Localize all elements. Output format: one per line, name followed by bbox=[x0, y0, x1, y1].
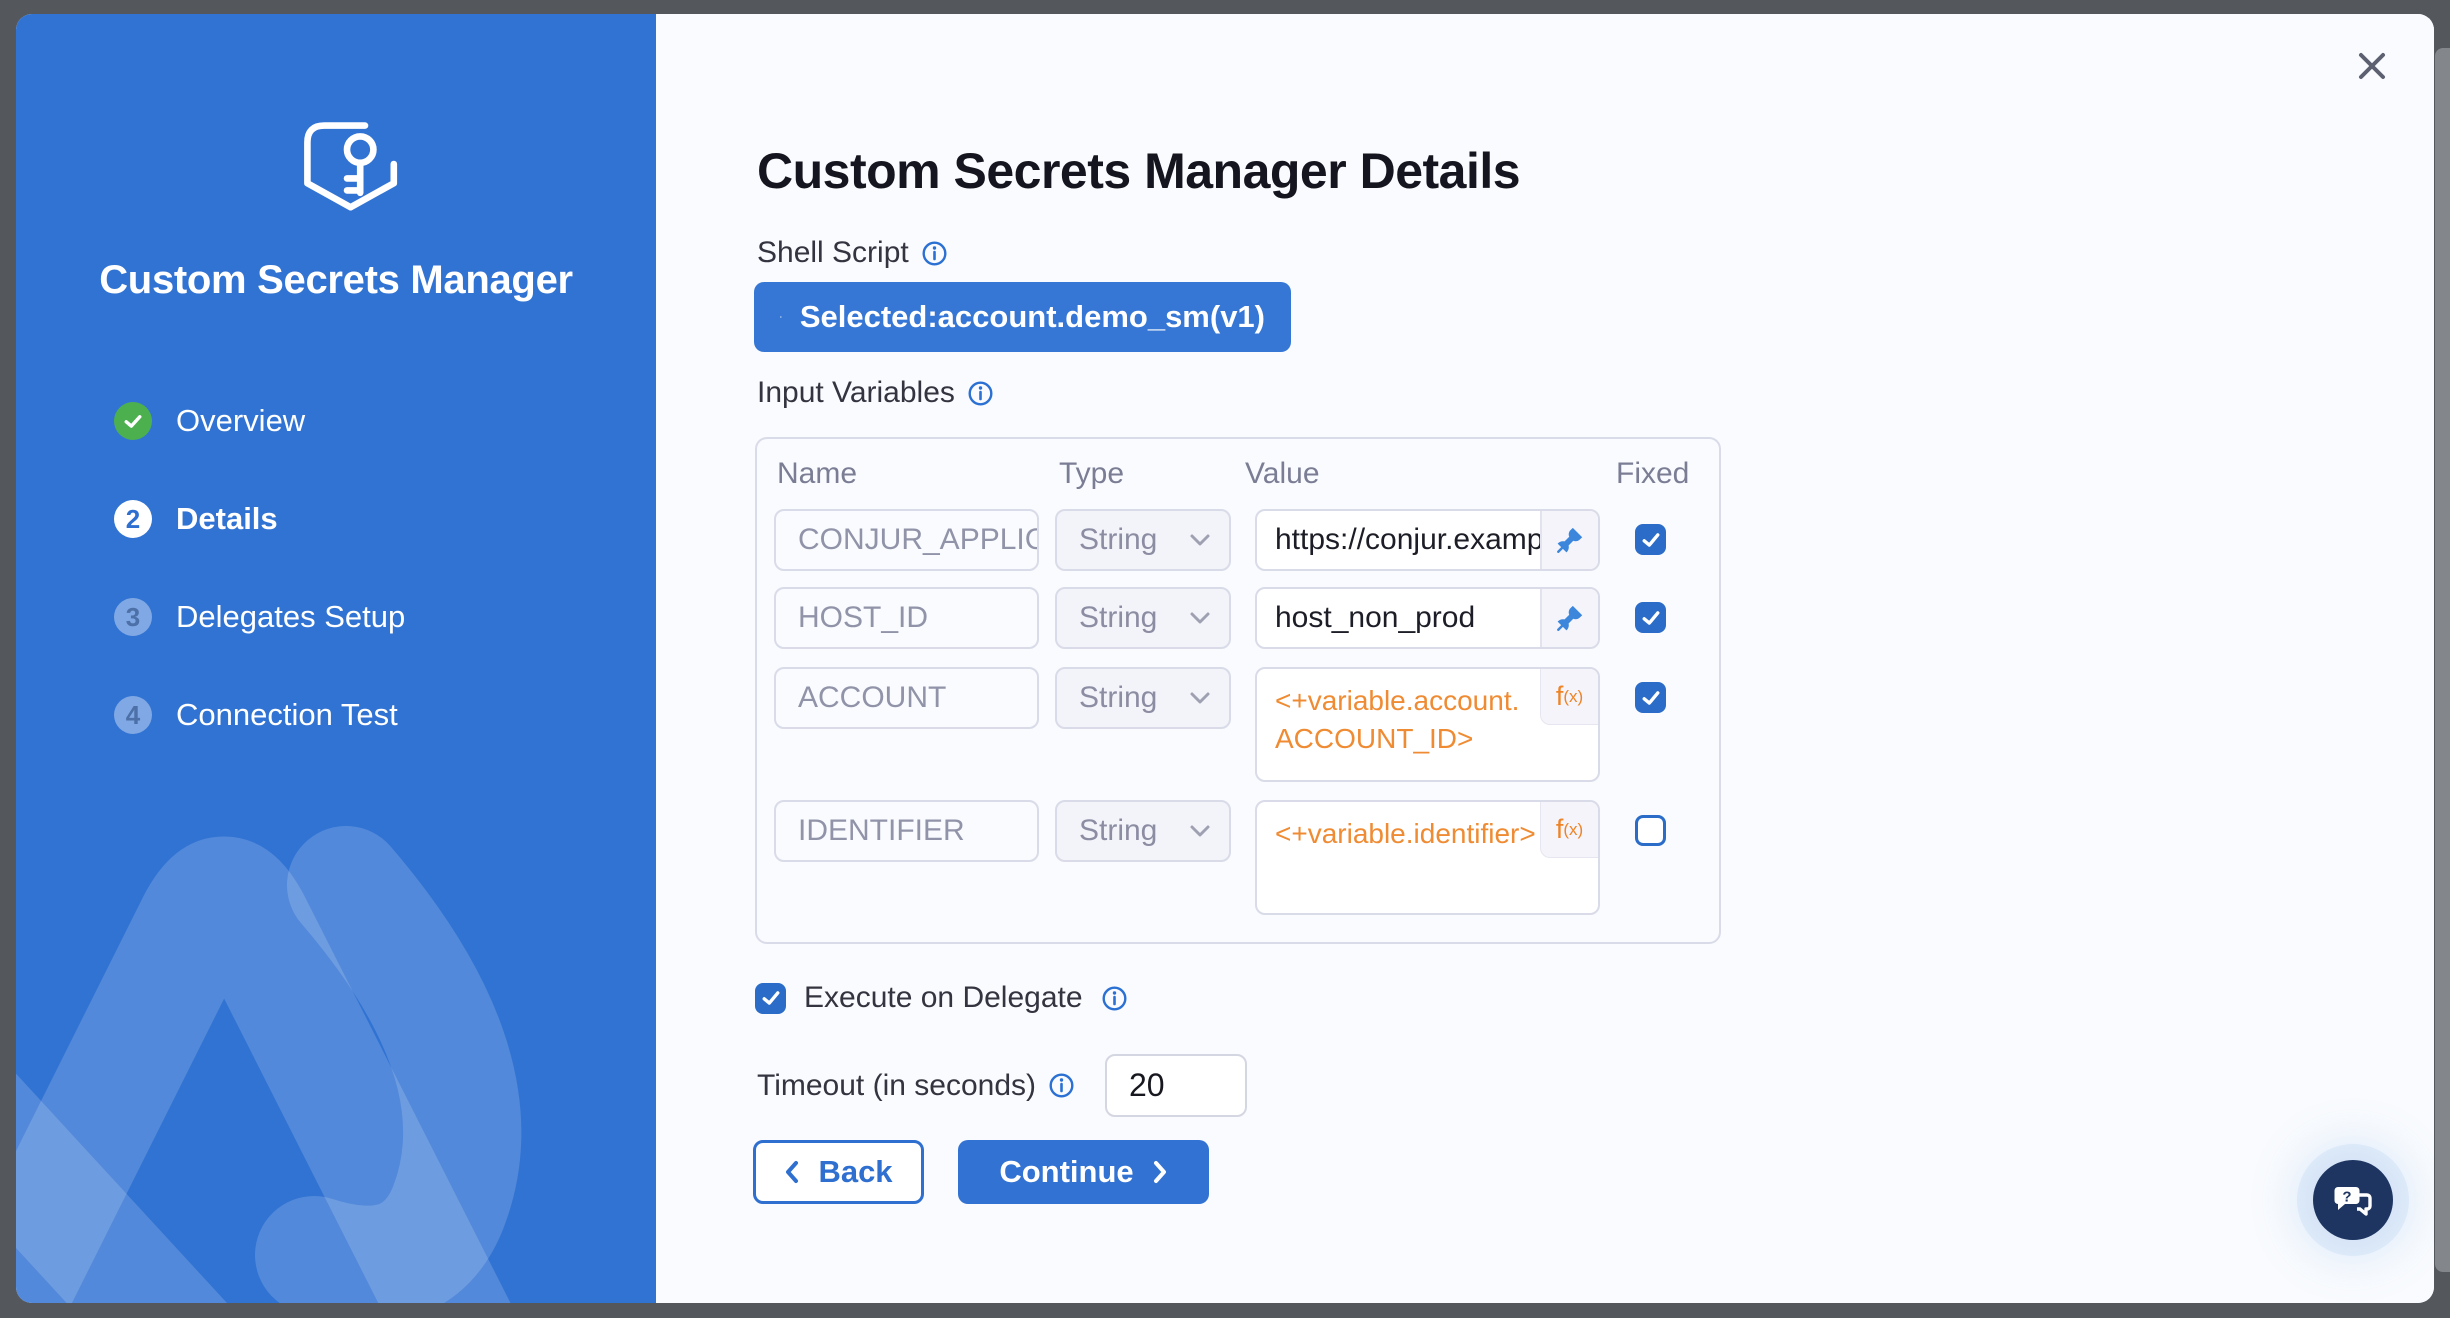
check-icon bbox=[760, 987, 782, 1009]
chevron-down-icon bbox=[1189, 691, 1211, 705]
execute-on-delegate-row: Execute on Delegate bbox=[755, 981, 1128, 1015]
fixed-checkbox-identifier[interactable] bbox=[1635, 815, 1666, 846]
chevron-down-icon bbox=[1189, 533, 1211, 547]
variable-value-input-host_id[interactable]: host_non_prod bbox=[1255, 587, 1600, 649]
chat-question-icon: ? bbox=[2330, 1177, 2376, 1223]
step-number-badge: 2 bbox=[114, 500, 152, 538]
variable-value-input-identifier[interactable]: <+variable.identifier>f(x) bbox=[1255, 800, 1600, 915]
chevron-down-icon bbox=[1189, 824, 1211, 838]
type-select-value: String bbox=[1079, 814, 1157, 848]
step-label: Overview bbox=[176, 403, 305, 439]
variable-name-input-conjur_applic[interactable]: CONJUR_APPLIC bbox=[774, 509, 1039, 571]
svg-text:?: ? bbox=[2342, 1189, 2351, 1206]
back-button[interactable]: Back bbox=[753, 1140, 924, 1204]
type-select-value: String bbox=[1079, 681, 1157, 715]
selected-shell-script-button[interactable]: Selected:account.demo_sm(v1) bbox=[754, 282, 1291, 352]
variable-type-select-conjur_applic[interactable]: String bbox=[1055, 509, 1231, 571]
back-button-label: Back bbox=[818, 1154, 892, 1190]
fixed-checkbox-host_id[interactable] bbox=[1635, 602, 1666, 633]
dialog-main-panel: Custom Secrets Manager Details Shell Scr… bbox=[656, 14, 2434, 1303]
page-scrollbar[interactable] bbox=[2435, 48, 2450, 1272]
variable-name-input-host_id[interactable]: HOST_ID bbox=[774, 587, 1039, 649]
timeout-row: Timeout (in seconds) bbox=[757, 1054, 1247, 1117]
input-variables-table: Name Type Value Fixed CONJUR_APPLIC String htt… bbox=[755, 437, 1721, 944]
step-label: Details bbox=[176, 501, 278, 537]
step-number-badge: 4 bbox=[114, 696, 152, 734]
fixed-checkbox-account[interactable] bbox=[1635, 682, 1666, 713]
info-icon[interactable] bbox=[1101, 985, 1128, 1012]
type-select-value: String bbox=[1079, 523, 1157, 557]
check-icon bbox=[1640, 529, 1662, 551]
sidebar-step-delegates-setup[interactable]: 3 Delegates Setup bbox=[114, 597, 405, 637]
column-header-name: Name bbox=[777, 457, 857, 491]
expression-fx-icon[interactable]: f(x) bbox=[1540, 669, 1598, 725]
continue-button[interactable]: Continue bbox=[958, 1140, 1209, 1204]
sidebar-step-overview[interactable]: Overview bbox=[114, 401, 305, 441]
expression-fx-icon[interactable]: f(x) bbox=[1540, 802, 1598, 858]
step-label: Delegates Setup bbox=[176, 599, 405, 635]
variable-type-select-host_id[interactable]: String bbox=[1055, 587, 1231, 649]
timeout-input[interactable] bbox=[1105, 1054, 1247, 1117]
sidebar-step-details[interactable]: 2 Details bbox=[114, 499, 278, 539]
chevron-down-icon bbox=[1189, 611, 1211, 625]
selected-shell-script-label: Selected:account.demo_sm(v1) bbox=[800, 299, 1265, 335]
fixed-value-pin-icon[interactable] bbox=[1540, 589, 1598, 647]
check-icon bbox=[1640, 687, 1662, 709]
variable-name-input-account[interactable]: ACCOUNT bbox=[774, 667, 1039, 729]
fixed-value-pin-icon[interactable] bbox=[1540, 511, 1598, 569]
step-label: Connection Test bbox=[176, 697, 398, 733]
variable-name-input-identifier[interactable]: IDENTIFIER bbox=[774, 800, 1039, 862]
help-chat-button[interactable]: ? bbox=[2313, 1160, 2393, 1240]
variable-value-input-conjur_applic[interactable]: https://conjur.examp bbox=[1255, 509, 1600, 571]
page-title: Custom Secrets Manager Details bbox=[757, 142, 1520, 200]
column-header-fixed: Fixed bbox=[1616, 457, 1689, 491]
info-icon[interactable] bbox=[1048, 1072, 1075, 1099]
info-icon[interactable] bbox=[967, 380, 994, 407]
wizard-steps: Overview 2 Details 3 Delegates Setup 4 Connect… bbox=[16, 14, 656, 1303]
variable-type-select-account[interactable]: String bbox=[1055, 667, 1231, 729]
wizard-sidebar: Custom Secrets Manager Overview2Details3… bbox=[16, 14, 656, 1303]
execute-on-delegate-checkbox[interactable] bbox=[755, 983, 786, 1014]
chevron-left-icon bbox=[784, 1160, 800, 1184]
chevron-right-icon bbox=[1152, 1160, 1168, 1184]
step-number-badge: 3 bbox=[114, 598, 152, 636]
close-icon[interactable] bbox=[2352, 46, 2392, 86]
continue-button-label: Continue bbox=[999, 1154, 1133, 1190]
step-done-check-icon bbox=[114, 402, 152, 440]
timeout-label: Timeout (in seconds) bbox=[757, 1069, 1036, 1103]
library-icon bbox=[780, 300, 782, 334]
execute-on-delegate-label: Execute on Delegate bbox=[804, 981, 1083, 1015]
variable-value-input-account[interactable]: <+variable.account.ACCOUNT_ID>f(x) bbox=[1255, 667, 1600, 782]
check-icon bbox=[1640, 607, 1662, 629]
variable-type-select-identifier[interactable]: String bbox=[1055, 800, 1231, 862]
footer-buttons: Back Continue bbox=[753, 1140, 1209, 1204]
fixed-checkbox-conjur_applic[interactable] bbox=[1635, 524, 1666, 555]
column-header-type: Type bbox=[1059, 457, 1124, 491]
shell-script-label: Shell Script bbox=[757, 236, 909, 270]
type-select-value: String bbox=[1079, 601, 1157, 635]
custom-secrets-manager-dialog: Custom Secrets Manager Overview2Details3… bbox=[16, 14, 2434, 1303]
column-header-value: Value bbox=[1245, 457, 1320, 491]
info-icon[interactable] bbox=[921, 240, 948, 267]
sidebar-step-connection-test[interactable]: 4 Connection Test bbox=[114, 695, 398, 735]
input-variables-label: Input Variables bbox=[757, 376, 955, 410]
